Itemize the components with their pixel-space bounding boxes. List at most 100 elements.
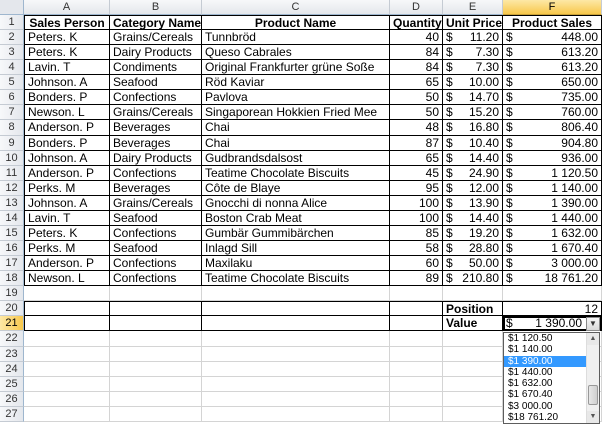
- empty-cell[interactable]: [110, 376, 202, 392]
- empty-cell[interactable]: [24, 301, 110, 317]
- cell-quantity[interactable]: 85: [390, 225, 443, 242]
- row-header-12[interactable]: 12: [0, 180, 24, 196]
- cell-product[interactable]: Chai: [202, 120, 390, 136]
- cell-product[interactable]: Chai: [202, 135, 390, 151]
- scroll-up-icon[interactable]: ▲: [587, 333, 599, 345]
- cell-unit-price[interactable]: $24.90: [443, 165, 503, 181]
- cell-category[interactable]: Grains/Cereals: [110, 30, 202, 46]
- cell-unit-price[interactable]: $11.20: [443, 30, 503, 46]
- cell-quantity[interactable]: 84: [390, 60, 443, 76]
- scroll-thumb[interactable]: [588, 385, 598, 405]
- scroll-down-icon[interactable]: ▼: [587, 411, 599, 423]
- cell-product-sales[interactable]: $613.20: [503, 45, 602, 61]
- row-header-9[interactable]: 9: [0, 135, 24, 151]
- cell-product-sales[interactable]: $1 390.00: [503, 195, 602, 211]
- cell-product[interactable]: Teatime Chocolate Biscuits: [202, 271, 390, 287]
- cell-product-sales[interactable]: $18 761.20: [503, 271, 602, 287]
- empty-cell[interactable]: [390, 286, 443, 302]
- cell-unit-price[interactable]: $14.40: [443, 210, 503, 226]
- cell-sales-person[interactable]: Newson. L: [24, 105, 110, 121]
- cell-unit-price[interactable]: $14.70: [443, 90, 503, 106]
- empty-cell[interactable]: [202, 346, 390, 362]
- cell-sales-person[interactable]: Lavin. T: [24, 60, 110, 76]
- cell-product[interactable]: Teatime Chocolate Biscuits: [202, 165, 390, 181]
- row-header-13[interactable]: 13: [0, 195, 24, 211]
- cell-category[interactable]: Confections: [110, 256, 202, 272]
- empty-cell[interactable]: [202, 391, 390, 407]
- empty-cell[interactable]: [110, 391, 202, 407]
- row-header-18[interactable]: 18: [0, 271, 24, 287]
- cell-sales-person[interactable]: Anderson. P: [24, 165, 110, 181]
- cell-unit-price[interactable]: $13.90: [443, 195, 503, 211]
- cell-category[interactable]: Seafood: [110, 75, 202, 91]
- empty-cell[interactable]: [24, 376, 110, 392]
- row-header-21[interactable]: 21: [0, 316, 24, 332]
- cell-quantity[interactable]: 58: [390, 241, 443, 257]
- empty-cell[interactable]: [110, 301, 202, 317]
- cell-quantity[interactable]: 50: [390, 105, 443, 121]
- empty-cell[interactable]: [24, 331, 110, 347]
- row-header-26[interactable]: 26: [0, 391, 24, 407]
- empty-cell[interactable]: [390, 301, 443, 317]
- empty-cell[interactable]: [110, 316, 202, 332]
- cell-sales-person[interactable]: Johnson. A: [24, 150, 110, 166]
- cell-quantity[interactable]: 100: [390, 210, 443, 226]
- position-value[interactable]: 12: [503, 301, 602, 317]
- cell-sales-person[interactable]: Anderson. P: [24, 256, 110, 272]
- cell-unit-price[interactable]: $19.20: [443, 225, 503, 242]
- cell-product-sales[interactable]: $1 632.00: [503, 225, 602, 242]
- cell-quantity[interactable]: 65: [390, 75, 443, 91]
- cell-product[interactable]: Queso Cabrales: [202, 45, 390, 61]
- position-label[interactable]: Position: [443, 301, 503, 317]
- empty-cell[interactable]: [24, 286, 110, 302]
- cell-product-sales[interactable]: $1 440.00: [503, 210, 602, 226]
- row-header-11[interactable]: 11: [0, 165, 24, 181]
- row-header-6[interactable]: 6: [0, 90, 24, 106]
- select-all-corner[interactable]: [0, 0, 24, 15]
- column-header-d[interactable]: D: [390, 0, 443, 15]
- empty-cell[interactable]: [202, 301, 390, 317]
- empty-cell[interactable]: [202, 286, 390, 302]
- empty-cell[interactable]: [202, 331, 390, 347]
- cell-unit-price[interactable]: $210.80: [443, 271, 503, 287]
- empty-cell[interactable]: [24, 391, 110, 407]
- empty-cell[interactable]: [202, 406, 390, 422]
- dropdown-option[interactable]: $1 632.00: [504, 378, 587, 389]
- empty-cell[interactable]: [390, 406, 443, 422]
- cell-sales-person[interactable]: Anderson. P: [24, 120, 110, 136]
- column-header-b[interactable]: B: [110, 0, 202, 15]
- cell-product[interactable]: Maxilaku: [202, 256, 390, 272]
- empty-cell[interactable]: [443, 391, 503, 407]
- row-header-14[interactable]: 14: [0, 210, 24, 226]
- cell-product-sales[interactable]: $760.00: [503, 105, 602, 121]
- cell-product[interactable]: Gnocchi di nonna Alice: [202, 195, 390, 211]
- empty-cell[interactable]: [110, 286, 202, 302]
- cell-category[interactable]: Confections: [110, 271, 202, 287]
- cell-product[interactable]: Côte de Blaye: [202, 180, 390, 196]
- empty-cell[interactable]: [24, 316, 110, 332]
- header-sales-person[interactable]: Sales Person: [24, 15, 110, 31]
- cell-category[interactable]: Confections: [110, 225, 202, 242]
- value-label[interactable]: Value: [443, 316, 503, 332]
- row-header-10[interactable]: 10: [0, 150, 24, 166]
- cell-quantity[interactable]: 89: [390, 271, 443, 287]
- empty-cell[interactable]: [390, 361, 443, 377]
- cell-quantity[interactable]: 87: [390, 135, 443, 151]
- row-header-20[interactable]: 20: [0, 301, 24, 317]
- cell-unit-price[interactable]: $14.40: [443, 150, 503, 166]
- empty-cell[interactable]: [110, 406, 202, 422]
- cell-sales-person[interactable]: Peters. K: [24, 30, 110, 46]
- cell-quantity[interactable]: 95: [390, 180, 443, 196]
- dropdown-option[interactable]: $1 120.50: [504, 333, 587, 344]
- cell-sales-person[interactable]: Perks. M: [24, 180, 110, 196]
- cell-category[interactable]: Confections: [110, 90, 202, 106]
- cell-unit-price[interactable]: $12.00: [443, 180, 503, 196]
- cell-product[interactable]: Original Frankfurter grüne Soße: [202, 60, 390, 76]
- row-header-25[interactable]: 25: [0, 376, 24, 392]
- cell-product-sales[interactable]: $735.00: [503, 90, 602, 106]
- cell-unit-price[interactable]: $7.30: [443, 60, 503, 76]
- column-header-e[interactable]: E: [443, 0, 503, 15]
- dropdown-option[interactable]: $1 440.00: [504, 367, 587, 378]
- cell-unit-price[interactable]: $10.40: [443, 135, 503, 151]
- empty-cell[interactable]: [443, 331, 503, 347]
